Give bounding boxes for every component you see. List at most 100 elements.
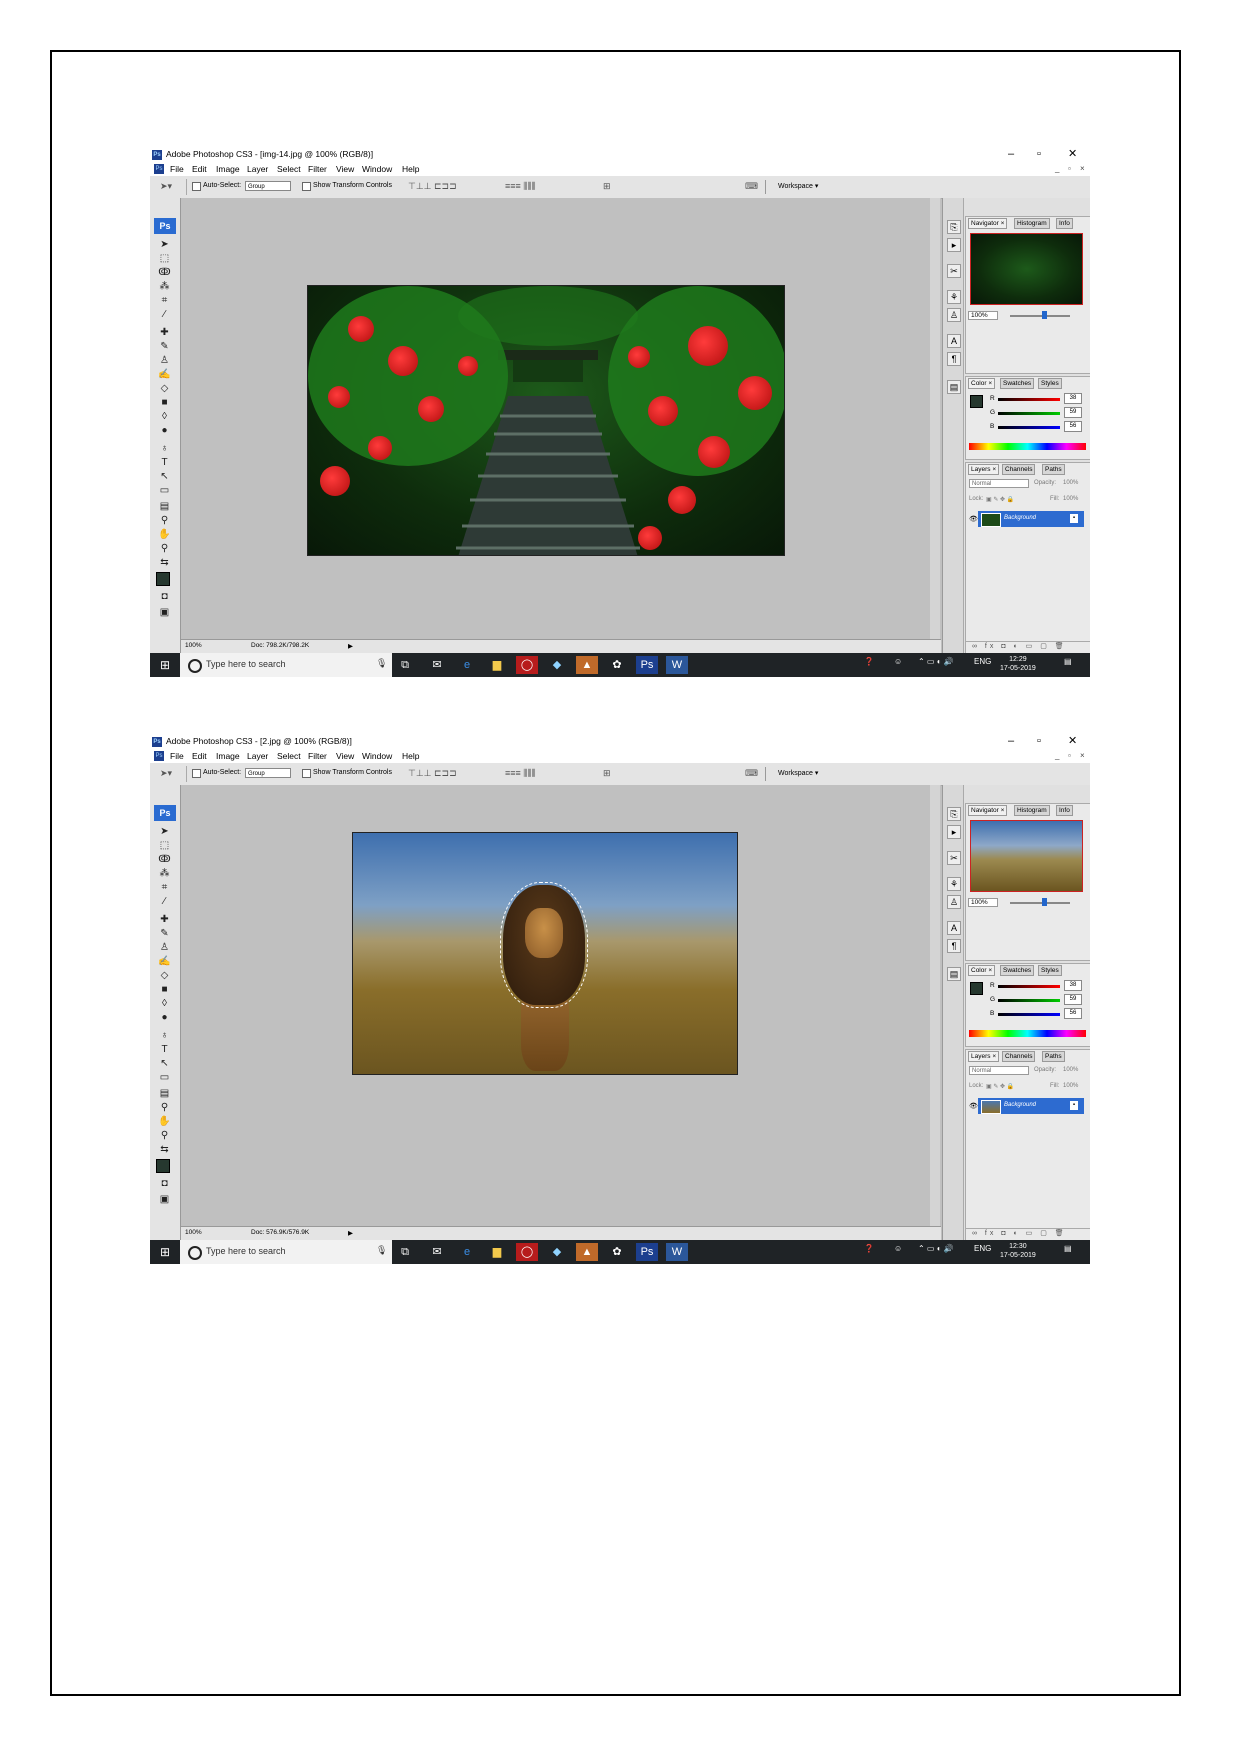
history-icon[interactable]: ⎘ bbox=[947, 807, 961, 821]
shape-tool-icon[interactable]: ▭ bbox=[158, 1071, 171, 1084]
blur-tool-icon[interactable]: ◊ bbox=[158, 997, 171, 1010]
close-button[interactable]: ✕ bbox=[1068, 734, 1077, 748]
tab-color[interactable]: Color × bbox=[968, 378, 996, 389]
brushes-icon[interactable]: ⚘ bbox=[947, 290, 961, 304]
lasso-tool-icon[interactable]: ↂ bbox=[158, 266, 171, 279]
swap-colors-icon[interactable]: ⇆ bbox=[158, 1143, 171, 1156]
layer-comps-icon[interactable]: ▤ bbox=[947, 380, 961, 394]
hand-tool-icon[interactable]: ✋ bbox=[158, 1115, 171, 1128]
people-icon[interactable]: ☺ bbox=[894, 657, 902, 666]
character-icon[interactable]: A bbox=[947, 921, 961, 935]
menu-select[interactable]: Select bbox=[277, 751, 301, 761]
doc-minimize-button[interactable]: _ bbox=[1055, 164, 1059, 173]
document-image-lion[interactable] bbox=[352, 832, 738, 1075]
move-tool-icon[interactable]: ➤▾ bbox=[160, 768, 172, 779]
opacity-field[interactable]: 100% bbox=[1063, 480, 1078, 486]
navigator-thumbnail[interactable] bbox=[970, 820, 1083, 892]
gradient-tool-icon[interactable]: ■ bbox=[158, 983, 171, 996]
photos-icon[interactable]: ▲ bbox=[576, 1243, 598, 1261]
slice-tool-icon[interactable]: ∕ bbox=[158, 308, 171, 321]
tab-color[interactable]: Color × bbox=[968, 965, 996, 976]
opacity-field[interactable]: 100% bbox=[1063, 1067, 1078, 1073]
menu-edit[interactable]: Edit bbox=[192, 164, 207, 174]
foreground-color-swatch[interactable] bbox=[970, 395, 983, 408]
green-value[interactable]: 59 bbox=[1064, 994, 1082, 1005]
tab-paths[interactable]: Paths bbox=[1042, 464, 1065, 475]
layer-row-background[interactable]: Background ▪ bbox=[978, 511, 1084, 527]
layer-visibility-eye-icon[interactable]: 👁 bbox=[969, 515, 978, 523]
zoom-level[interactable]: 100% bbox=[185, 642, 202, 649]
eraser-tool-icon[interactable]: ◇ bbox=[158, 969, 171, 982]
minimize-button[interactable]: – bbox=[1008, 734, 1014, 748]
doc-close-button[interactable]: × bbox=[1080, 164, 1085, 173]
navigator-zoom-slider[interactable] bbox=[1010, 902, 1070, 904]
workspace-button[interactable]: Workspace ▾ bbox=[765, 180, 845, 194]
tool-presets-icon[interactable]: ✂ bbox=[947, 264, 961, 278]
maximize-button[interactable]: ▫ bbox=[1037, 147, 1041, 161]
notes-tool-icon[interactable]: ▤ bbox=[158, 500, 171, 513]
red-slider[interactable] bbox=[998, 398, 1060, 401]
healing-brush-icon[interactable]: ✚ bbox=[158, 913, 171, 926]
layer-comps-icon[interactable]: ▤ bbox=[947, 967, 961, 981]
opera-icon[interactable]: ◯ bbox=[516, 656, 538, 674]
align-icons[interactable]: ⊤⊥⊥ ⊏⊐⊐ bbox=[408, 768, 457, 779]
navigator-zoom-slider[interactable] bbox=[1010, 315, 1070, 317]
tab-layers[interactable]: Layers × bbox=[968, 1051, 1000, 1062]
gradient-tool-icon[interactable]: ■ bbox=[158, 396, 171, 409]
zoom-tool-icon[interactable]: ⚲ bbox=[158, 1129, 171, 1142]
tab-swatches[interactable]: Swatches bbox=[1000, 378, 1035, 389]
distribute-icons[interactable]: ≡≡≡ ⫼⫼⫼ bbox=[505, 181, 536, 192]
doc-restore-button[interactable]: ▫ bbox=[1068, 751, 1071, 760]
menu-filter[interactable]: Filter bbox=[308, 751, 327, 761]
path-select-icon[interactable]: ↖ bbox=[158, 1057, 171, 1070]
crop-tool-icon[interactable]: ⌗ bbox=[158, 294, 171, 307]
history-brush-icon[interactable]: ✍ bbox=[158, 368, 171, 381]
clone-source-icon[interactable]: ♙ bbox=[947, 308, 961, 322]
foreground-color-swatch[interactable] bbox=[156, 572, 170, 586]
menu-file[interactable]: File bbox=[170, 751, 184, 761]
lasso-tool-icon[interactable]: ↂ bbox=[158, 853, 171, 866]
windows-start-icon[interactable]: ⊞ bbox=[150, 653, 180, 677]
document-icon[interactable]: Ps bbox=[154, 751, 164, 761]
red-slider[interactable] bbox=[998, 985, 1060, 988]
menu-help[interactable]: Help bbox=[402, 164, 419, 174]
slice-tool-icon[interactable]: ∕ bbox=[158, 895, 171, 908]
tab-channels[interactable]: Channels bbox=[1002, 464, 1036, 475]
quick-mask-icon[interactable]: ◘ bbox=[158, 590, 171, 603]
tray-icons[interactable]: ⌃ ▭ ◐ 🔊 bbox=[918, 657, 954, 666]
character-icon[interactable]: A bbox=[947, 334, 961, 348]
paint-icon[interactable]: ✿ bbox=[606, 656, 628, 674]
clone-stamp-icon[interactable]: ♙ bbox=[158, 941, 171, 954]
screen-mode-icon[interactable]: ▣ bbox=[158, 1193, 171, 1206]
menu-image[interactable]: Image bbox=[216, 751, 240, 761]
menu-image[interactable]: Image bbox=[216, 164, 240, 174]
brush-tool-icon[interactable]: ✎ bbox=[158, 927, 171, 940]
path-select-icon[interactable]: ↖ bbox=[158, 470, 171, 483]
type-tool-icon[interactable]: T bbox=[158, 1043, 171, 1056]
minimize-button[interactable]: – bbox=[1008, 147, 1014, 161]
tab-styles[interactable]: Styles bbox=[1038, 378, 1062, 389]
lock-icons[interactable]: ▣ ✎ ✥ 🔒 bbox=[986, 1083, 1014, 1090]
blue-value[interactable]: 56 bbox=[1064, 1008, 1082, 1019]
menu-layer[interactable]: Layer bbox=[247, 751, 268, 761]
opera-icon[interactable]: ◯ bbox=[516, 1243, 538, 1261]
blue-value[interactable]: 56 bbox=[1064, 421, 1082, 432]
help-icon[interactable]: ❓ bbox=[864, 1244, 874, 1253]
people-icon[interactable]: ☺ bbox=[894, 1244, 902, 1253]
shape-tool-icon[interactable]: ▭ bbox=[158, 484, 171, 497]
auto-align-icon[interactable]: ⊞ bbox=[603, 181, 611, 192]
notifications-icon[interactable]: ▤ bbox=[1064, 1244, 1072, 1253]
status-menu-arrow-icon[interactable]: ▶ bbox=[348, 642, 353, 650]
zoom-level[interactable]: 100% bbox=[185, 1229, 202, 1236]
healing-brush-icon[interactable]: ✚ bbox=[158, 326, 171, 339]
blue-slider[interactable] bbox=[998, 1013, 1060, 1016]
vertical-scrollbar[interactable] bbox=[930, 198, 940, 639]
brushes-icon[interactable]: ⚘ bbox=[947, 877, 961, 891]
tab-paths[interactable]: Paths bbox=[1042, 1051, 1065, 1062]
move-tool-icon[interactable]: ➤ bbox=[158, 825, 171, 838]
actions-icon[interactable]: ▸ bbox=[947, 825, 961, 839]
tab-info[interactable]: Info bbox=[1056, 218, 1073, 229]
tab-histogram[interactable]: Histogram bbox=[1014, 218, 1050, 229]
auto-select-checkbox[interactable] bbox=[192, 769, 201, 778]
dodge-tool-icon[interactable]: ● bbox=[158, 1011, 171, 1024]
